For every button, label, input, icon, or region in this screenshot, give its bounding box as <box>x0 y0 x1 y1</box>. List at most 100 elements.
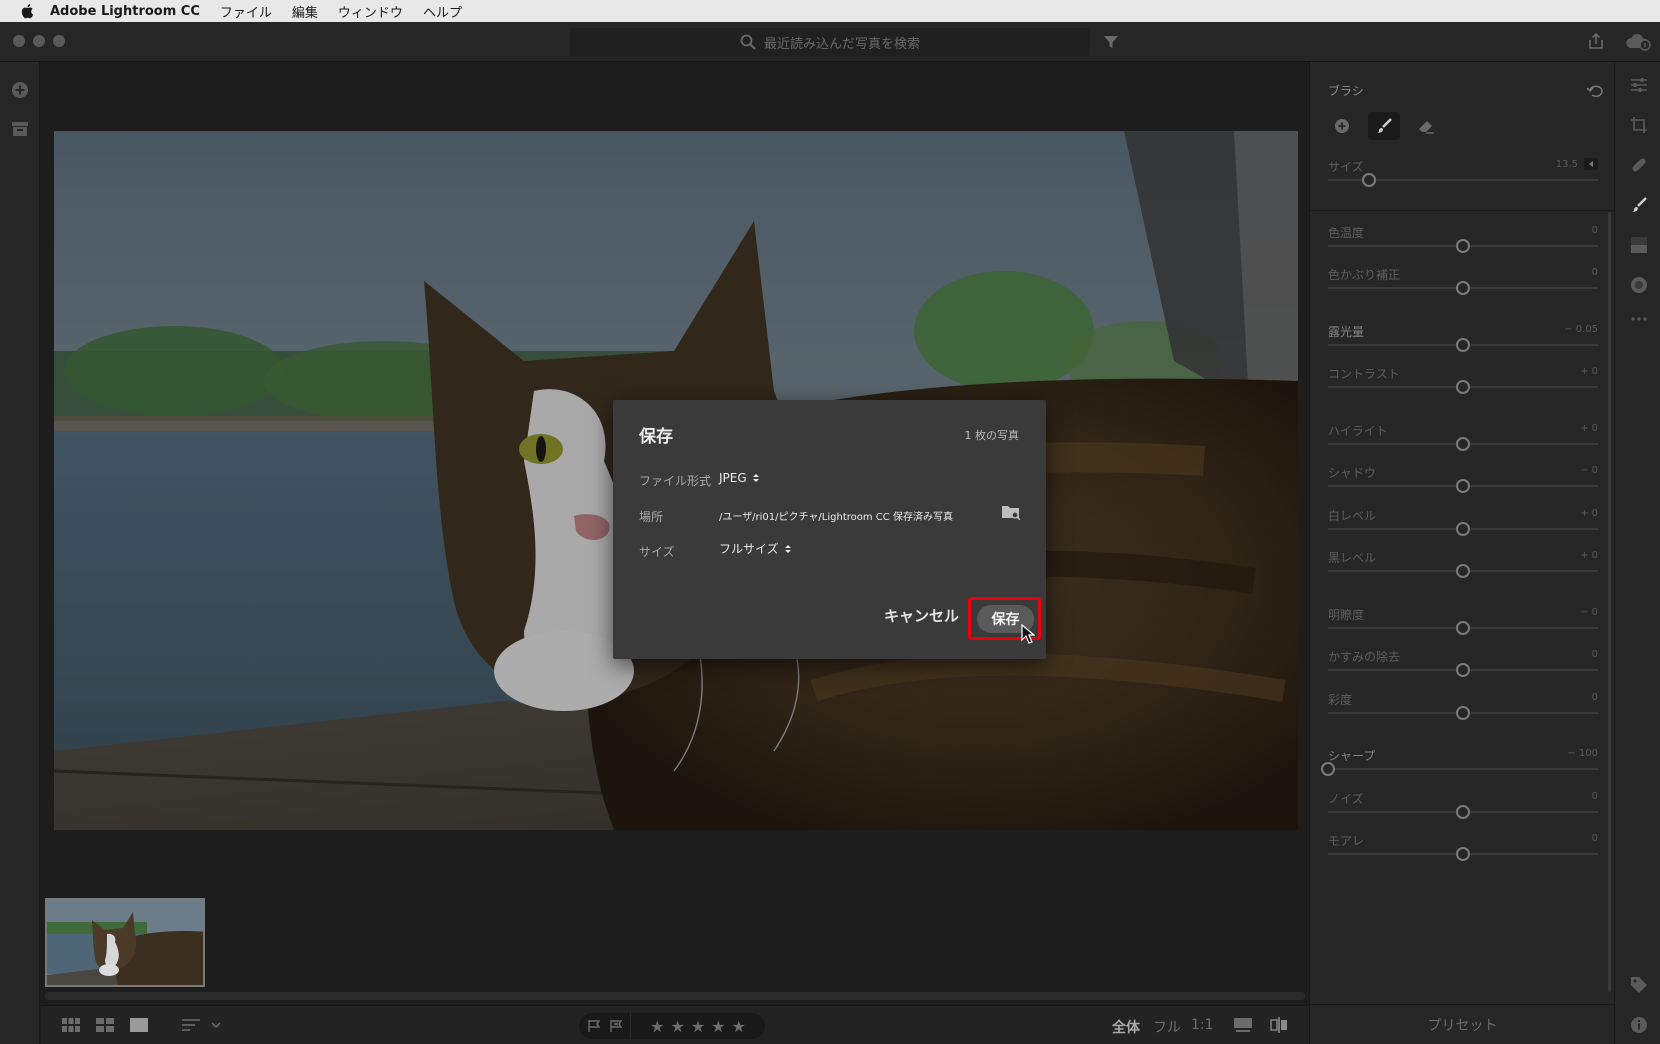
info-overlay-icon[interactable] <box>1234 1018 1252 1032</box>
format-select[interactable]: JPEG <box>719 471 759 485</box>
search-placeholder: 最近読み込んだ写真を検索 <box>763 36 920 52</box>
dialog-title: 保存 <box>639 427 673 447</box>
info-icon[interactable] <box>1630 1016 1648 1034</box>
filter-icon[interactable] <box>1103 34 1119 50</box>
reset-icon[interactable] <box>1586 84 1604 98</box>
adjust-slider[interactable]: シャドウ − 0 <box>1328 464 1598 504</box>
menu-file[interactable]: ファイル <box>220 2 272 21</box>
search-input[interactable]: 最近読み込んだ写真を検索 <box>570 28 1090 56</box>
bottom-toolbar: ★ ★ ★ ★ ★ 全体 フル 1:1 <box>41 1005 1309 1044</box>
adjust-slider-value: − 0 <box>1580 465 1598 476</box>
add-brush-button[interactable] <box>1326 112 1358 140</box>
adjust-slider-label: ノイズ <box>1328 792 1364 806</box>
square-grid-icon[interactable] <box>62 1018 80 1032</box>
adjust-slider[interactable]: 彩度 0 <box>1328 691 1598 731</box>
eraser-icon <box>1419 121 1434 134</box>
reject-flag-icon[interactable] <box>609 1019 623 1033</box>
adjust-slider[interactable]: 明瞭度 − 0 <box>1328 606 1598 646</box>
adjust-slider-knob[interactable] <box>1321 762 1335 776</box>
adjust-slider-value: 0 <box>1591 692 1598 703</box>
detail-view-icon[interactable] <box>130 1018 148 1032</box>
more-icon[interactable] <box>1630 316 1648 322</box>
adjust-slider-value: − 0.05 <box>1564 324 1598 335</box>
adjust-slider[interactable]: 色かぶり補正 0 <box>1328 266 1598 306</box>
adjust-slider-value: 0 <box>1591 649 1598 660</box>
adjust-slider[interactable]: モアレ 0 <box>1328 832 1598 872</box>
cloud-sync-icon[interactable] <box>1625 33 1651 51</box>
photo-count: 1 枚の写真 <box>964 429 1020 442</box>
menu-window[interactable]: ウィンドウ <box>338 2 403 21</box>
presets-button[interactable]: プリセット <box>1310 1004 1615 1044</box>
adjust-slider[interactable]: 色温度 0 <box>1328 224 1598 264</box>
adjust-slider-value: 0 <box>1591 791 1598 802</box>
adjust-slider-label: シャープ <box>1328 749 1376 763</box>
app-name[interactable]: Adobe Lightroom CC <box>50 4 200 19</box>
apple-icon[interactable] <box>20 3 36 19</box>
chevron-down-icon[interactable] <box>211 1022 221 1028</box>
adjust-slider-knob[interactable] <box>1456 479 1470 493</box>
adjust-slider-knob[interactable] <box>1456 621 1470 635</box>
minimize-window-button[interactable] <box>33 35 45 47</box>
radial-gradient-icon[interactable] <box>1630 276 1648 294</box>
adjust-slider-knob[interactable] <box>1456 437 1470 451</box>
collapse-arrow-icon[interactable] <box>1584 158 1598 170</box>
choose-folder-icon[interactable] <box>1001 504 1021 520</box>
adjust-slider-knob[interactable] <box>1456 239 1470 253</box>
photo-thumbnail[interactable] <box>45 898 205 987</box>
adjust-slider-value: + 0 <box>1580 423 1598 434</box>
star-5[interactable]: ★ <box>732 1017 746 1036</box>
adjust-slider[interactable]: 黒レベル + 0 <box>1328 549 1598 589</box>
brush-size-slider[interactable]: サイズ 13.5 <box>1328 158 1598 198</box>
adjust-slider-knob[interactable] <box>1456 805 1470 819</box>
crop-icon[interactable] <box>1630 116 1648 134</box>
menu-help[interactable]: ヘルプ <box>423 2 462 21</box>
adjust-slider-knob[interactable] <box>1456 706 1470 720</box>
zoom-1to1-button[interactable]: 1:1 <box>1191 1017 1214 1033</box>
menu-edit[interactable]: 編集 <box>292 2 318 21</box>
adjust-slider[interactable]: 白レベル + 0 <box>1328 507 1598 547</box>
library-icon[interactable] <box>11 120 29 138</box>
adjust-slider[interactable]: かすみの除去 0 <box>1328 648 1598 688</box>
adjust-slider[interactable]: ハイライト + 0 <box>1328 422 1598 462</box>
brush-tool-button[interactable] <box>1368 112 1400 140</box>
adjust-slider[interactable]: シャープ − 100 <box>1321 747 1598 787</box>
adjust-slider[interactable]: コントラスト + 0 <box>1328 365 1598 405</box>
share-icon[interactable] <box>1587 32 1605 50</box>
adjust-slider[interactable]: ノイズ 0 <box>1328 790 1598 830</box>
eraser-tool-button[interactable] <box>1410 112 1442 140</box>
adjust-slider-knob[interactable] <box>1456 564 1470 578</box>
edit-sliders-icon[interactable] <box>1630 76 1648 94</box>
adjust-slider-knob[interactable] <box>1456 281 1470 295</box>
adjust-slider-knob[interactable] <box>1456 338 1470 352</box>
add-photos-icon[interactable] <box>11 81 29 99</box>
star-4[interactable]: ★ <box>711 1017 725 1036</box>
compare-view-icon[interactable] <box>1270 1017 1288 1033</box>
pick-flag-icon[interactable] <box>587 1019 601 1033</box>
cancel-button[interactable]: キャンセル <box>884 605 959 626</box>
zoom-fit-button[interactable]: 全体 <box>1112 1017 1140 1037</box>
adjust-slider-knob[interactable] <box>1456 380 1470 394</box>
brush-panel-title: ブラシ <box>1328 84 1364 98</box>
adjust-slider-knob[interactable] <box>1456 663 1470 677</box>
photo-grid-icon[interactable] <box>96 1018 114 1032</box>
close-window-button[interactable] <box>13 35 25 47</box>
adjust-slider-knob[interactable] <box>1456 847 1470 861</box>
adjust-slider-knob[interactable] <box>1456 522 1470 536</box>
size-select[interactable]: フルサイズ <box>719 540 791 557</box>
star-3[interactable]: ★ <box>691 1017 705 1036</box>
filmstrip-scrollbar[interactable] <box>45 992 1305 1000</box>
adjust-slider[interactable]: 露光量 − 0.05 <box>1328 323 1598 363</box>
zoom-fill-button[interactable]: フル <box>1153 1017 1181 1037</box>
rating-flag-bar: ★ ★ ★ ★ ★ <box>579 1013 765 1039</box>
star-2[interactable]: ★ <box>670 1017 684 1036</box>
keyword-tag-icon[interactable] <box>1630 976 1648 994</box>
brush-tool-icon[interactable] <box>1630 196 1648 214</box>
zoom-window-button[interactable] <box>53 35 65 47</box>
sort-icon[interactable] <box>182 1018 202 1032</box>
star-1[interactable]: ★ <box>650 1017 664 1036</box>
panel-scrollbar[interactable] <box>1608 212 1611 992</box>
healing-brush-icon[interactable] <box>1630 156 1648 174</box>
brush-size-knob[interactable] <box>1361 173 1376 187</box>
linear-gradient-icon[interactable] <box>1630 236 1648 254</box>
adjust-slider-value: + 0 <box>1580 366 1598 377</box>
